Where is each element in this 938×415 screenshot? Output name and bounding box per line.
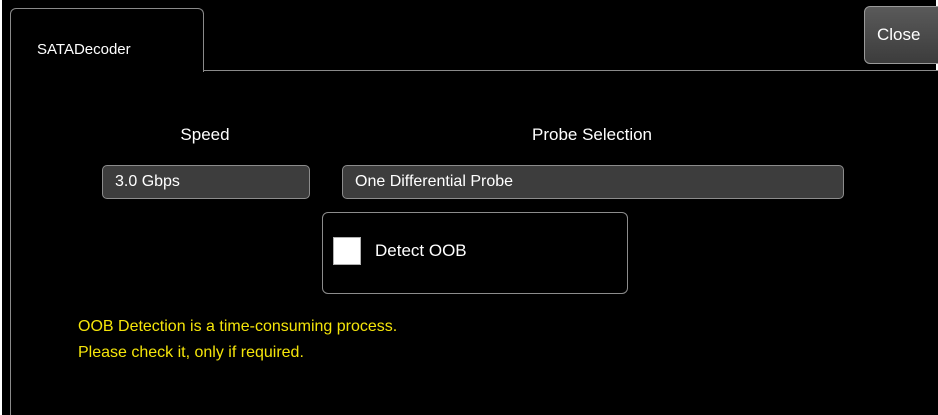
speed-select[interactable]: 3.0 Gbps [102,165,310,199]
detect-oob-label[interactable]: Detect OOB [375,241,467,261]
oob-warning-line-1: OOB Detection is a time-consuming proces… [78,318,398,335]
close-button[interactable]: Close [864,6,938,64]
detect-oob-group: Detect OOB [322,212,628,294]
tab-strip-divider [203,70,938,71]
tab-satadecoder[interactable]: SATADecoder [10,8,204,72]
tab-label: SATADecoder [37,41,131,58]
speed-caption: Speed [180,125,230,144]
decoder-window: SATADecoder Close Speed 3.0 Gbps Probe S… [0,0,938,415]
probe-selection-caption: Probe Selection [531,125,653,144]
detect-oob-checkbox[interactable] [333,237,361,265]
probe-selection-select[interactable]: One Differential Probe [342,165,844,199]
oob-warning-line-2: Please check it, only if required. [78,344,304,361]
